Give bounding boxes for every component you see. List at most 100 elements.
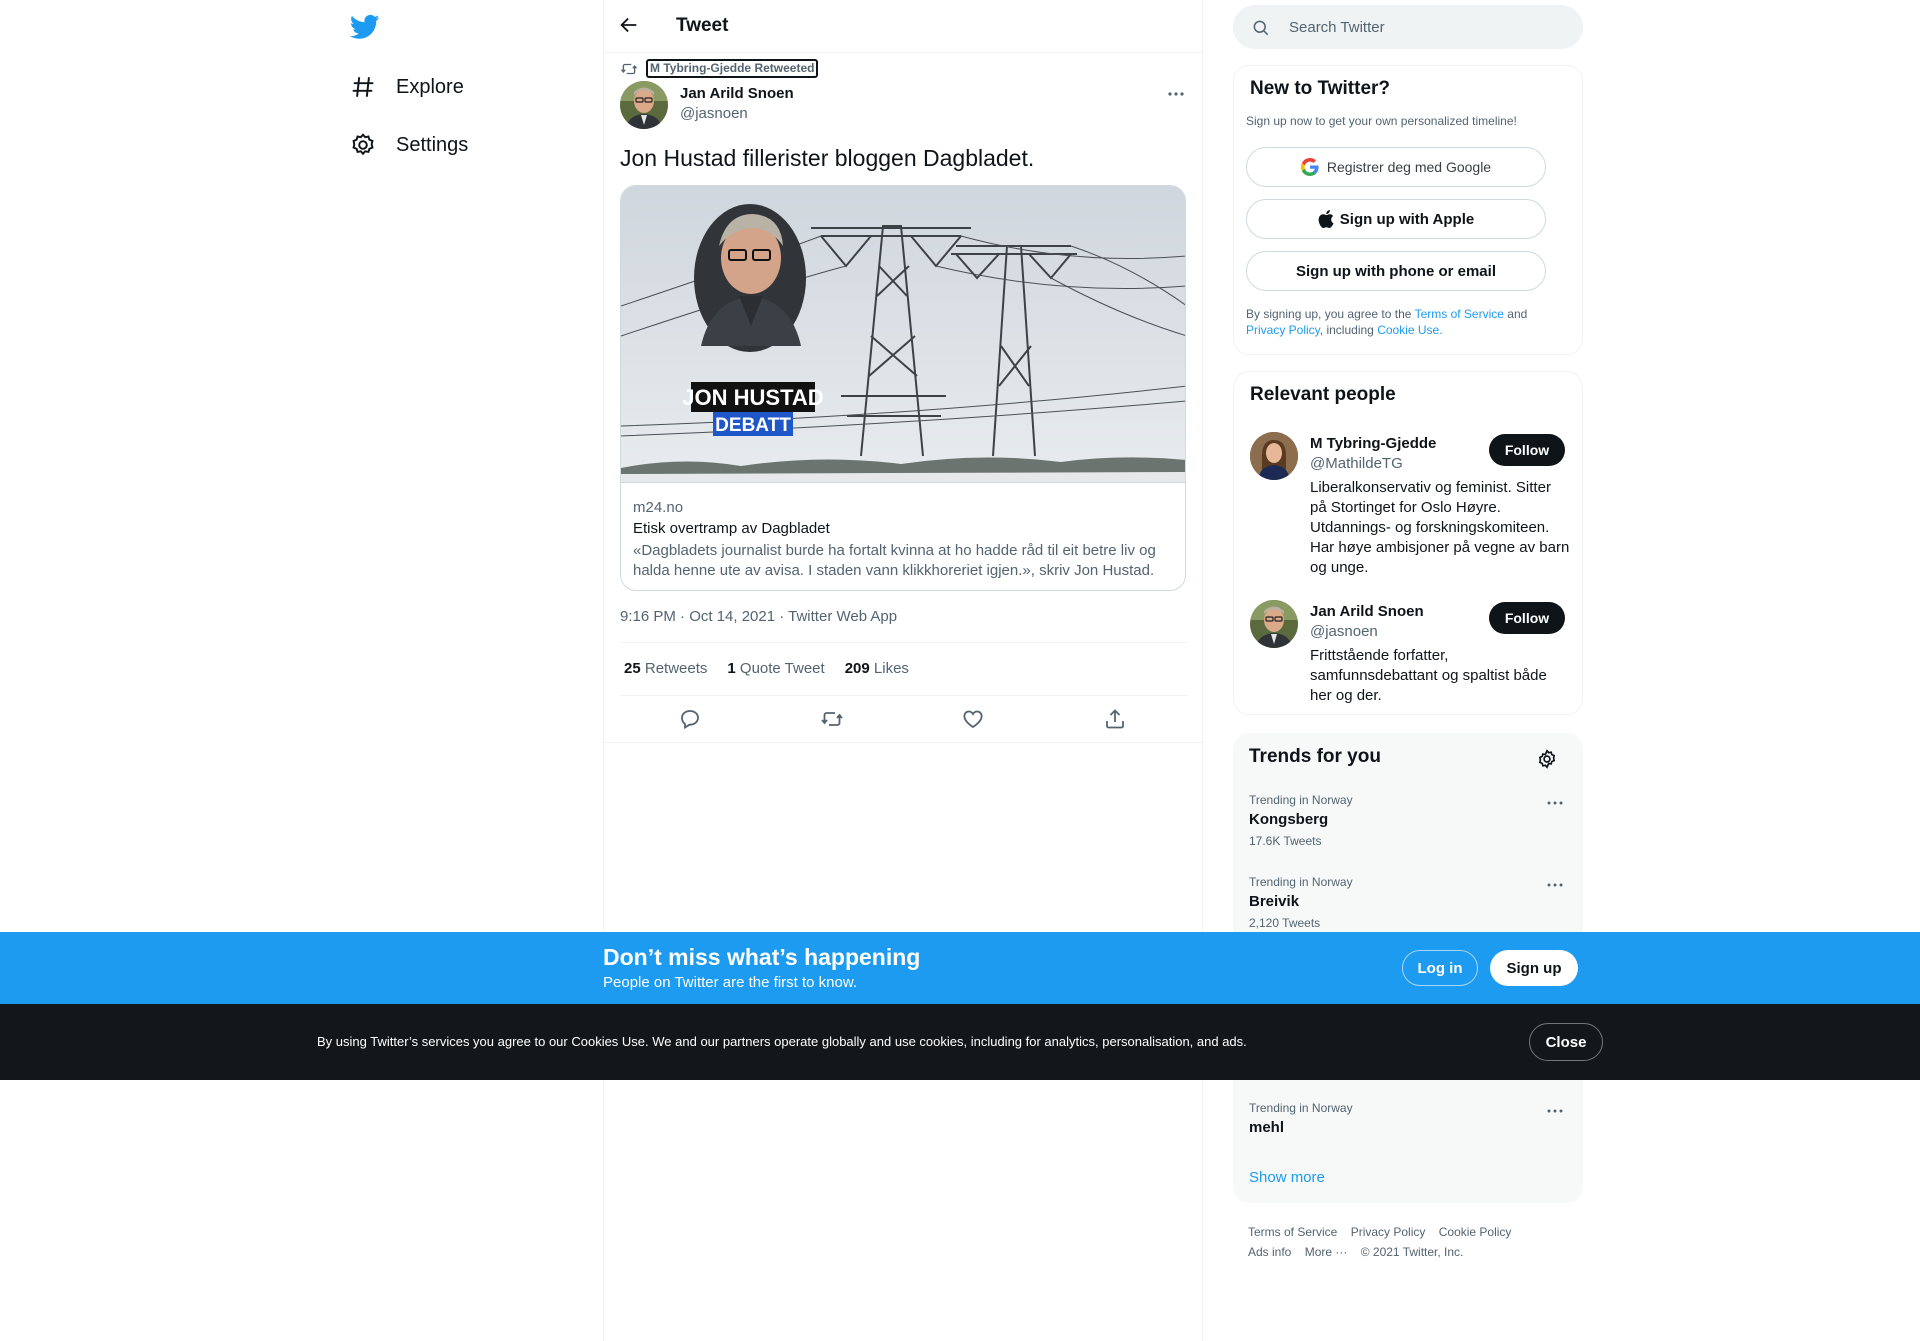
person-name[interactable]: Jan Arild Snoen — [1310, 603, 1424, 620]
person-bio: Frittstående forfatter, samfunnsdebattan… — [1310, 647, 1547, 704]
nav-settings[interactable]: Settings — [350, 125, 468, 165]
tweet-text: Jon Hustad fillerister bloggen Dagbladet… — [620, 145, 1035, 171]
card-image-caption-2: DEBATT — [715, 415, 791, 436]
likes-stat[interactable]: 209 Likes — [845, 660, 909, 677]
search-icon — [1251, 18, 1271, 38]
trend-count: 2,120 Tweets — [1249, 916, 1321, 930]
likes-label: Likes — [873, 660, 909, 677]
page-title: Tweet — [676, 15, 729, 36]
card-title: Etisk overtramp av Dagbladet — [633, 520, 830, 537]
retweets-count: 25 — [624, 660, 641, 677]
terms-link[interactable]: Terms of Service — [1415, 307, 1504, 321]
avatar[interactable] — [1250, 600, 1298, 648]
trend-context: Trending in Norway — [1249, 875, 1353, 889]
retweet-context: M Tybring-Gjedde Retweeted — [620, 59, 819, 78]
nav-explore-label: Explore — [396, 75, 464, 98]
footer-more-link[interactable]: More ··· — [1305, 1245, 1348, 1259]
person-bio: Liberalkonservativ og feminist. Sitter p… — [1310, 479, 1570, 576]
close-button[interactable]: Close — [1529, 1023, 1603, 1061]
signup-banner-subtitle: People on Twitter are the first to know. — [603, 974, 858, 991]
twitter-logo-icon[interactable] — [350, 12, 386, 44]
cookie-use-link[interactable]: Cookie Use. — [1377, 323, 1442, 337]
trend-context: Trending in Norway — [1249, 793, 1353, 807]
gear-icon — [350, 132, 376, 158]
like-heart-icon[interactable] — [961, 707, 987, 733]
google-signup-label: Registrer deg med Google — [1326, 159, 1492, 175]
new-to-twitter-title: New to Twitter? — [1250, 78, 1391, 99]
cookie-notice-text: By using Twitter’s services you agree to… — [317, 1034, 1247, 1049]
search-input[interactable] — [1289, 5, 1569, 49]
person-handle[interactable]: @MathildeTG — [1310, 455, 1403, 472]
divider — [620, 695, 1188, 696]
google-icon — [1300, 158, 1319, 176]
apple-signup-label: Sign up with Apple — [1339, 210, 1475, 228]
more-options-icon[interactable] — [1545, 795, 1565, 811]
reply-icon[interactable] — [678, 707, 704, 733]
footer-links: Terms of Service Privacy Policy Cookie P… — [1248, 1222, 1568, 1262]
more-options-icon[interactable] — [1164, 84, 1188, 104]
cookie-consent-bar: By using Twitter’s services you agree to… — [0, 1004, 1920, 1080]
show-more-link[interactable]: Show more — [1249, 1169, 1325, 1186]
person-name[interactable]: M Tybring-Gjedde — [1310, 435, 1436, 452]
trend-count: 17.6K Tweets — [1249, 834, 1322, 848]
relevant-people-title: Relevant people — [1250, 384, 1396, 405]
page-header: Tweet — [604, 0, 1204, 53]
search-bar[interactable] — [1233, 5, 1583, 49]
card-body: m24.no Etisk overtramp av Dagbladet «Dag… — [621, 482, 1185, 590]
quotes-count: 1 — [727, 660, 736, 677]
divider — [604, 742, 1204, 743]
new-to-twitter-subtitle: Sign up now to get your own personalized… — [1246, 114, 1517, 128]
apple-icon — [1318, 210, 1334, 228]
tweet-stats: 25 Retweets 1 Quote Tweet 209 Likes — [624, 660, 929, 677]
more-options-icon[interactable] — [1545, 877, 1565, 893]
follow-button[interactable]: Follow — [1489, 434, 1565, 466]
retweet-icon[interactable] — [820, 707, 846, 733]
hashtag-icon — [350, 74, 376, 100]
retweeted-by-link[interactable]: M Tybring-Gjedde Retweeted — [646, 59, 819, 78]
login-button[interactable]: Log in — [1402, 950, 1478, 986]
back-arrow-icon[interactable] — [618, 14, 642, 38]
avatar[interactable] — [620, 81, 668, 129]
relevant-people-panel: Relevant people M Tybring-Gjedde @Mathil… — [1233, 371, 1583, 715]
more-options-icon[interactable] — [1545, 1103, 1565, 1119]
card-image: JON HUSTAD DEBATT — [621, 186, 1185, 482]
footer-ads-link[interactable]: Ads info — [1248, 1245, 1291, 1259]
trend-name: Kongsberg — [1249, 811, 1329, 828]
retweet-icon — [620, 60, 638, 78]
phone-email-signup-label: Sign up with phone or email — [1295, 262, 1496, 280]
author-handle[interactable]: @jasnoen — [680, 105, 748, 122]
person-handle[interactable]: @jasnoen — [1310, 623, 1378, 640]
signup-banner-title: Don’t miss what’s happening — [603, 944, 921, 970]
author-name[interactable]: Jan Arild Snoen — [680, 85, 794, 102]
divider — [620, 642, 1188, 643]
nav-settings-label: Settings — [396, 133, 469, 156]
footer-terms-link[interactable]: Terms of Service — [1248, 1225, 1337, 1239]
card-description: «Dagbladets journalist burde ha fortalt … — [633, 542, 1156, 579]
signup-banner: Don’t miss what’s happening People on Tw… — [0, 932, 1920, 1004]
follow-button[interactable]: Follow — [1489, 602, 1565, 634]
share-icon[interactable] — [1103, 707, 1129, 733]
new-to-twitter-panel: New to Twitter? Sign up now to get your … — [1233, 65, 1583, 355]
trend-name: Breivik — [1249, 893, 1300, 910]
nav-explore[interactable]: Explore — [350, 67, 464, 107]
legal-including: , including — [1319, 323, 1374, 337]
retweets-stat[interactable]: 25 Retweets — [624, 660, 707, 677]
trends-settings-gear-icon[interactable] — [1536, 748, 1558, 770]
privacy-link[interactable]: Privacy Policy — [1246, 323, 1320, 337]
avatar[interactable] — [1250, 432, 1298, 480]
likes-count: 209 — [844, 660, 870, 677]
card-image-caption-1: JON HUSTAD — [682, 385, 823, 410]
phone-email-signup-button[interactable]: Sign up with phone or email — [1246, 251, 1546, 291]
signup-button[interactable]: Sign up — [1490, 950, 1578, 986]
link-card[interactable]: JON HUSTAD DEBATT m24.no Etisk overtramp… — [620, 185, 1186, 591]
footer-copyright: © 2021 Twitter, Inc. — [1360, 1245, 1464, 1259]
retweets-label: Retweets — [644, 660, 708, 677]
footer-cookie-link[interactable]: Cookie Policy — [1439, 1225, 1512, 1239]
quotes-stat[interactable]: 1 Quote Tweet — [727, 660, 824, 677]
apple-signup-button[interactable]: Sign up with Apple — [1246, 199, 1546, 239]
legal-and: and — [1507, 307, 1528, 321]
footer-privacy-link[interactable]: Privacy Policy — [1351, 1225, 1426, 1239]
google-signup-button[interactable]: Registrer deg med Google — [1246, 147, 1546, 187]
quotes-label: Quote Tweet — [739, 660, 825, 677]
tweet-timestamp[interactable]: 9:16 PM · Oct 14, 2021 · Twitter Web App — [620, 608, 897, 625]
